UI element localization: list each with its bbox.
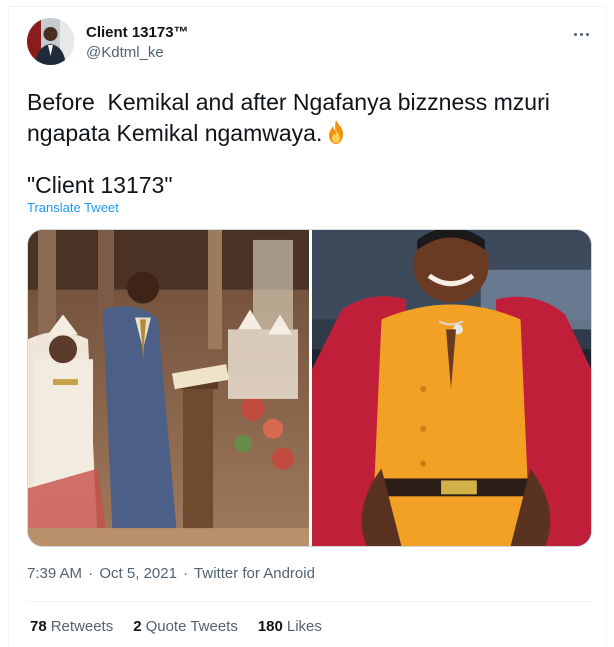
retweets-stat[interactable]: 78 Retweets — [30, 618, 113, 635]
top-divider — [8, 6, 606, 7]
avatar-image — [27, 18, 74, 65]
meta-separator-2: · — [183, 565, 189, 582]
likes-count: 180 — [257, 618, 283, 635]
quote-tweets-label: Quote Tweets — [145, 618, 238, 635]
meta-separator: · — [88, 565, 94, 582]
tweet-source[interactable]: Twitter for Android — [194, 565, 315, 582]
right-divider — [606, 6, 607, 647]
tweet-text: Before Kemikal and after Ngafanya bizzne… — [27, 87, 587, 149]
photo-after[interactable] — [312, 230, 591, 546]
retweets-count: 78 — [30, 618, 47, 635]
photo-after-image — [312, 230, 591, 546]
photo-before[interactable] — [28, 230, 309, 546]
tweet-text-body: Before Kemikal and after Ngafanya bizzne… — [27, 89, 557, 146]
author-display-name[interactable]: Client 13173™ — [86, 24, 189, 41]
media-grid — [27, 229, 592, 547]
retweets-label: Retweets — [50, 618, 114, 635]
tweet-meta: 7:39 AM · Oct 5, 2021 · Twitter for Andr… — [27, 565, 315, 582]
tweet-date[interactable]: Oct 5, 2021 — [99, 565, 177, 582]
photo-before-image — [28, 230, 309, 546]
tweet-stats: 78 Retweets 2 Quote Tweets 180 Likes — [30, 618, 342, 635]
author-handle[interactable]: @Kdtml_ke — [86, 44, 164, 61]
left-divider — [8, 6, 9, 647]
translate-tweet-link[interactable]: Translate Tweet — [27, 200, 119, 215]
tweet-time[interactable]: 7:39 AM — [27, 565, 82, 582]
likes-stat[interactable]: 180 Likes — [258, 618, 322, 635]
avatar[interactable] — [27, 18, 74, 65]
quote-tweets-stat[interactable]: 2 Quote Tweets — [133, 618, 238, 635]
likes-label: Likes — [286, 618, 322, 635]
quote-tweets-count: 2 — [133, 618, 142, 635]
more-options-icon[interactable] — [566, 24, 596, 44]
fire-emoji-icon — [329, 120, 344, 144]
tweet-quote-text: "Client 13173" — [27, 172, 173, 198]
stats-divider — [27, 601, 592, 602]
